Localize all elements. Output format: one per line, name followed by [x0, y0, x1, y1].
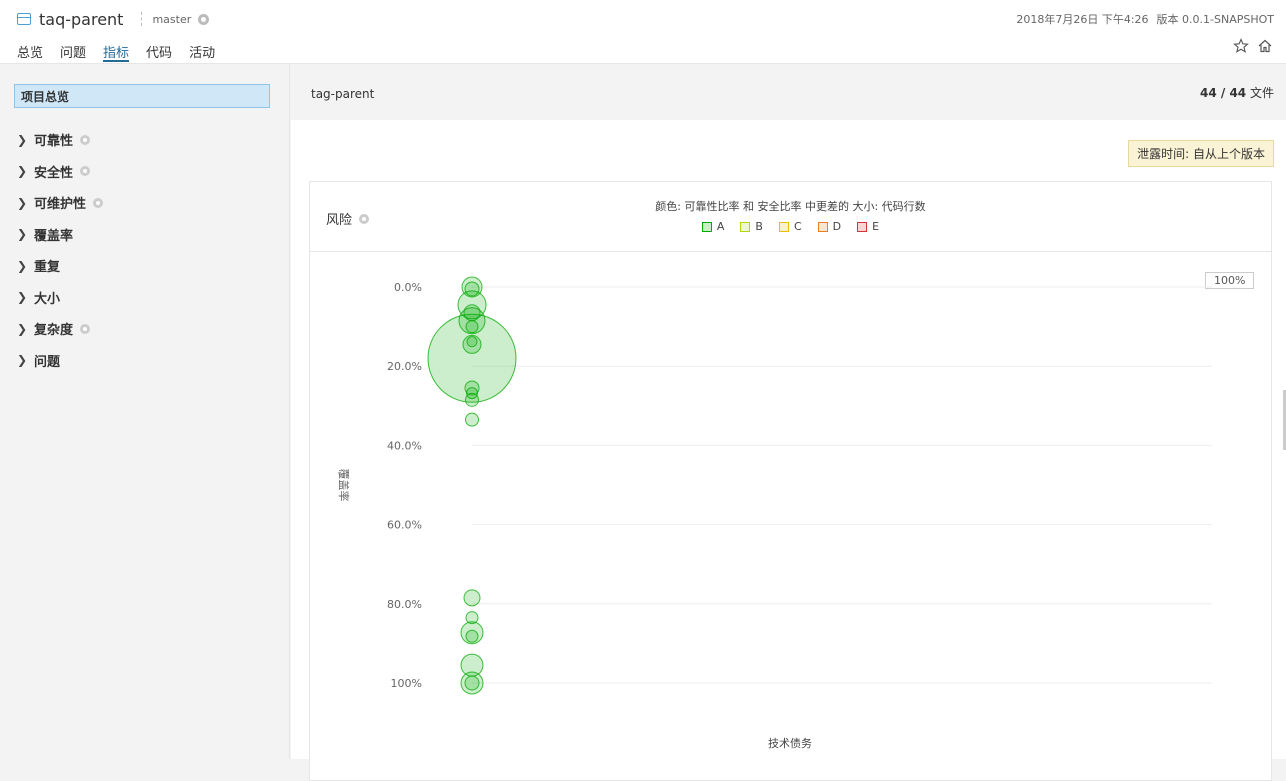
- sidebar-item-label: 复杂度: [34, 323, 74, 339]
- nav-overview[interactable]: 总览: [17, 42, 43, 62]
- sidebar-item-label: 安全性: [34, 165, 74, 181]
- y-tick-label: 100%: [391, 677, 422, 690]
- sidebar-item-label: 可靠性: [34, 134, 74, 150]
- bubble-point[interactable]: [464, 675, 480, 691]
- bubble-chart: 0.0% 20.0% 40.0% 60.0% 80.0% 100% 覆盖率 技术债务: [337, 276, 1212, 750]
- project-nav: 总览 问题 指标 代码 活动: [17, 42, 232, 62]
- leak-period-badge: 泄露时间: 自从上个版本: [1128, 140, 1274, 167]
- sidebar-item-complexity[interactable]: ❯ 复杂度: [17, 313, 103, 345]
- sidebar-item-size[interactable]: ❯ 大小: [17, 282, 103, 314]
- top-header: taq-parent master 2018年7月26日 下午4:26 版本 0…: [0, 0, 1286, 64]
- legend-swatch: [778, 221, 789, 232]
- legend-item-a[interactable]: A: [701, 220, 725, 233]
- chevron-right-icon: ❯: [17, 353, 28, 368]
- analysis-meta: 2018年7月26日 下午4:26 版本 0.0.1-SNAPSHOT: [1016, 11, 1274, 27]
- main-content: 泄露时间: 自从上个版本 风险 颜色: 可靠性比率 和 安全比率 中更差的 大小…: [291, 120, 1286, 781]
- sidebar-item-security[interactable]: ❯ 安全性: [17, 156, 103, 188]
- y-tick-label: 60.0%: [387, 519, 422, 532]
- y-tick-label: 20.0%: [387, 360, 422, 373]
- sidebar-item-duplications[interactable]: ❯ 重复: [17, 250, 103, 282]
- project-version: 版本 0.0.1-SNAPSHOT: [1156, 13, 1274, 26]
- y-axis-label: 覆盖率: [337, 469, 351, 502]
- risk-card-header: 风险 颜色: 可靠性比率 和 安全比率 中更差的 大小: 代码行数 A B C: [310, 182, 1271, 252]
- sidebar-item-label: 重复: [34, 260, 61, 276]
- legend-item-c[interactable]: C: [778, 220, 802, 233]
- legend-swatch: [740, 221, 751, 232]
- file-count: 44 / 44 文件: [1200, 84, 1274, 101]
- branch-name: master: [152, 12, 192, 26]
- nav-measures[interactable]: 指标: [103, 42, 130, 62]
- chart-grid: [472, 286, 1212, 684]
- analysis-date: 2018年7月26日 下午4:26: [1016, 13, 1149, 26]
- legend-label: A: [716, 220, 725, 233]
- sidebar-item-issues[interactable]: ❯ 问题: [17, 345, 103, 377]
- sidebar-item-label: 可维护性: [34, 197, 87, 213]
- sidebar-item-maintainability[interactable]: ❯ 可维护性: [17, 187, 104, 219]
- x-axis-label: 技术债务: [768, 736, 812, 750]
- legend-swatch: [701, 221, 712, 232]
- legend-label: B: [755, 220, 763, 233]
- sidebar-item-coverage[interactable]: ❯ 覆盖率: [17, 219, 103, 251]
- y-tick-label: 0.0%: [394, 281, 422, 294]
- y-tick-label: 40.0%: [387, 439, 422, 452]
- chevron-right-icon: ❯: [17, 258, 28, 273]
- legend-item-d[interactable]: D: [817, 220, 842, 233]
- legend-label: C: [793, 220, 802, 233]
- nav-issues[interactable]: 问题: [60, 42, 86, 62]
- help-icon[interactable]: [80, 134, 91, 145]
- main-header: tag-parent 44 / 44 文件: [291, 64, 1286, 120]
- file-count-label: 文件: [1249, 86, 1274, 100]
- legend-description: 颜色: 可靠性比率 和 安全比率 中更差的 大小: 代码行数: [655, 200, 926, 213]
- bubble-point[interactable]: [465, 392, 479, 407]
- y-tick-label: 80.0%: [387, 598, 422, 611]
- y-axis-ticks: 0.0% 20.0% 40.0% 60.0% 80.0% 100%: [387, 281, 422, 690]
- risk-card: 风险 颜色: 可靠性比率 和 安全比率 中更差的 大小: 代码行数 A B C: [309, 181, 1272, 781]
- star-icon[interactable]: [1232, 37, 1250, 55]
- help-icon[interactable]: [80, 323, 91, 334]
- legend-item-b[interactable]: B: [740, 220, 763, 233]
- project-title: taq-parent master: [17, 8, 210, 30]
- rating-legend: A B C D E: [310, 220, 1271, 233]
- sidebar-item-overview[interactable]: 项目总览: [14, 84, 270, 108]
- legend-swatch: [857, 221, 868, 232]
- nav-code[interactable]: 代码: [146, 42, 172, 62]
- chevron-right-icon: ❯: [17, 227, 28, 242]
- sidebar-item-label: 覆盖率: [34, 228, 74, 244]
- chevron-right-icon: ❯: [17, 195, 28, 210]
- measures-sidebar: 项目总览 ❯ 可靠性 ❯ 安全性 ❯ 可维护性 ❯ 覆盖率 ❯ 重复 ❯ 大小: [0, 64, 290, 759]
- sidebar-item-label: 大小: [34, 291, 61, 307]
- help-icon[interactable]: [80, 166, 91, 177]
- legend-swatch: [817, 221, 828, 232]
- bubble-point[interactable]: [465, 629, 479, 643]
- help-icon[interactable]: [93, 197, 104, 208]
- file-count-value: 44 / 44: [1200, 86, 1247, 100]
- bubble-point[interactable]: [463, 589, 481, 607]
- project-icon: [17, 13, 31, 25]
- chevron-right-icon: ❯: [17, 321, 28, 336]
- sidebar-item-label: 问题: [34, 354, 61, 370]
- home-icon[interactable]: [1256, 37, 1274, 55]
- measure-domain-list: ❯ 可靠性 ❯ 安全性 ❯ 可维护性 ❯ 覆盖率 ❯ 重复 ❯ 大小 ❯ 复杂度: [17, 124, 104, 377]
- sidebar-item-reliability[interactable]: ❯ 可靠性: [17, 124, 103, 156]
- top-actions: [1232, 37, 1274, 55]
- bubble-point[interactable]: [465, 412, 479, 427]
- legend-label: D: [832, 220, 842, 233]
- legend-label: E: [872, 220, 880, 233]
- chevron-right-icon: ❯: [17, 132, 28, 147]
- nav-activity[interactable]: 活动: [189, 42, 215, 62]
- chevron-right-icon: ❯: [17, 164, 28, 179]
- chevron-right-icon: ❯: [17, 290, 28, 305]
- chart-bubbles: [427, 276, 517, 695]
- project-name[interactable]: taq-parent: [39, 10, 123, 29]
- legend-item-e[interactable]: E: [857, 220, 879, 233]
- page-title: tag-parent: [311, 87, 375, 101]
- help-icon[interactable]: [198, 13, 210, 25]
- branch-separator: [141, 12, 143, 26]
